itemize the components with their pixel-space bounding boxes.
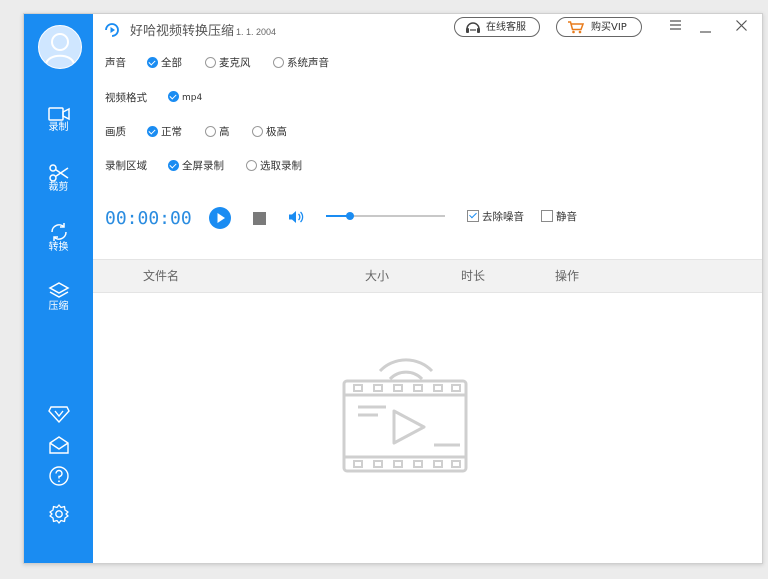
mail-button[interactable] bbox=[24, 435, 93, 455]
checkbox-checked-icon bbox=[467, 210, 479, 222]
audio-option-system[interactable]: 系统声音 bbox=[273, 54, 329, 72]
headset-icon bbox=[466, 22, 480, 33]
option-label: mp4 bbox=[182, 93, 203, 103]
mail-icon bbox=[48, 436, 69, 454]
option-label: 全屏录制 bbox=[182, 160, 224, 172]
gear-icon bbox=[48, 504, 69, 524]
layers-icon bbox=[47, 282, 70, 298]
volume-button[interactable] bbox=[288, 210, 304, 227]
volume-slider[interactable] bbox=[326, 212, 445, 220]
play-icon bbox=[209, 207, 231, 229]
volume-icon bbox=[289, 211, 304, 223]
sidebar-item-convert[interactable]: 转换 bbox=[24, 222, 93, 254]
option-label: 系统声音 bbox=[287, 57, 329, 69]
online-service-label: 在线客服 bbox=[486, 22, 526, 33]
refresh-icon bbox=[50, 223, 67, 241]
close-icon bbox=[736, 20, 747, 31]
option-label: 选取录制 bbox=[260, 160, 302, 172]
play-button[interactable] bbox=[209, 207, 231, 232]
format-label: 视频格式 bbox=[105, 92, 147, 104]
format-option-mp4[interactable]: mp4 bbox=[168, 89, 202, 107]
sidebar: 录制 裁剪 转换 压缩 bbox=[24, 14, 93, 563]
vip-icon bbox=[47, 406, 70, 423]
radio-unchecked-icon bbox=[246, 160, 257, 171]
help-button[interactable] bbox=[24, 465, 93, 487]
app-version: 1. 1. 2004 bbox=[236, 27, 277, 37]
checkbox-label: 去除噪音 bbox=[482, 211, 524, 223]
radio-checked-icon bbox=[168, 160, 179, 171]
stop-button[interactable] bbox=[253, 212, 266, 225]
file-table-header: 文件名 大小 时长 操作 bbox=[93, 259, 762, 293]
quality-option-high[interactable]: 高 bbox=[205, 123, 230, 141]
sidebar-item-compress[interactable]: 压缩 bbox=[24, 281, 93, 313]
app-window: 录制 裁剪 转换 压缩 好哈视频转换压缩 1. 1. 2004 在线客服 购买V… bbox=[23, 13, 763, 564]
user-icon bbox=[45, 33, 75, 65]
radio-unchecked-icon bbox=[252, 126, 263, 137]
sidebar-item-label: 裁剪 bbox=[48, 182, 69, 193]
area-option-selection[interactable]: 选取录制 bbox=[246, 157, 302, 175]
record-timer: 00:00:00 bbox=[105, 208, 192, 229]
minimize-icon bbox=[700, 31, 711, 33]
settings-button[interactable] bbox=[24, 503, 93, 525]
radio-checked-icon bbox=[147, 57, 158, 68]
denoise-checkbox[interactable]: 去除噪音 bbox=[467, 209, 524, 224]
radio-unchecked-icon bbox=[273, 57, 284, 68]
sidebar-item-label: 录制 bbox=[48, 122, 69, 133]
radio-unchecked-icon bbox=[205, 57, 216, 68]
help-icon bbox=[48, 466, 69, 486]
column-header-duration: 时长 bbox=[461, 269, 486, 283]
sidebar-item-crop[interactable]: 裁剪 bbox=[24, 164, 93, 194]
volume-slider-handle[interactable] bbox=[345, 212, 354, 220]
radio-unchecked-icon bbox=[205, 126, 216, 137]
option-label: 麦克风 bbox=[219, 57, 251, 69]
audio-option-all[interactable]: 全部 bbox=[147, 54, 182, 72]
buy-vip-button[interactable]: 购买VIP bbox=[556, 17, 642, 37]
menu-icon bbox=[670, 20, 681, 30]
title-bar: 好哈视频转换压缩 1. 1. 2004 在线客服 购买VIP bbox=[93, 14, 762, 44]
area-option-fullscreen[interactable]: 全屏录制 bbox=[168, 157, 224, 175]
audio-label: 声音 bbox=[105, 57, 126, 69]
audio-option-mic[interactable]: 麦克风 bbox=[205, 54, 251, 72]
empty-video-icon bbox=[342, 358, 468, 473]
cart-icon bbox=[568, 21, 584, 34]
vip-button[interactable] bbox=[24, 405, 93, 423]
column-header-action: 操作 bbox=[555, 269, 580, 283]
app-title: 好哈视频转换压缩 1. 1. 2004 bbox=[130, 20, 276, 39]
buy-vip-label: 购买VIP bbox=[591, 22, 627, 33]
option-label: 高 bbox=[219, 126, 230, 138]
option-label: 全部 bbox=[161, 57, 182, 69]
menu-button[interactable] bbox=[670, 20, 681, 34]
avatar[interactable] bbox=[38, 25, 82, 69]
checkbox-unchecked-icon bbox=[541, 210, 553, 222]
sidebar-item-label: 压缩 bbox=[48, 301, 69, 312]
column-header-size: 大小 bbox=[365, 269, 390, 283]
checkbox-label: 静音 bbox=[556, 211, 577, 223]
app-logo-icon bbox=[105, 23, 119, 37]
quality-label: 画质 bbox=[105, 126, 126, 138]
camera-icon bbox=[47, 107, 70, 121]
option-label: 正常 bbox=[161, 126, 182, 138]
radio-checked-icon bbox=[147, 126, 158, 137]
mute-checkbox[interactable]: 静音 bbox=[541, 209, 577, 224]
option-label: 极高 bbox=[266, 126, 287, 138]
sidebar-item-record[interactable]: 录制 bbox=[24, 106, 93, 134]
column-header-filename: 文件名 bbox=[143, 269, 180, 283]
minimize-button[interactable] bbox=[700, 23, 711, 37]
quality-option-normal[interactable]: 正常 bbox=[147, 123, 182, 141]
quality-option-ultra[interactable]: 极高 bbox=[252, 123, 287, 141]
close-button[interactable] bbox=[736, 20, 747, 35]
online-service-button[interactable]: 在线客服 bbox=[454, 17, 540, 37]
radio-checked-icon bbox=[168, 91, 179, 102]
scissors-icon bbox=[48, 164, 68, 182]
app-title-text: 好哈视频转换压缩 bbox=[130, 23, 235, 38]
sidebar-item-label: 转换 bbox=[48, 242, 69, 253]
area-label: 录制区域 bbox=[105, 160, 147, 172]
